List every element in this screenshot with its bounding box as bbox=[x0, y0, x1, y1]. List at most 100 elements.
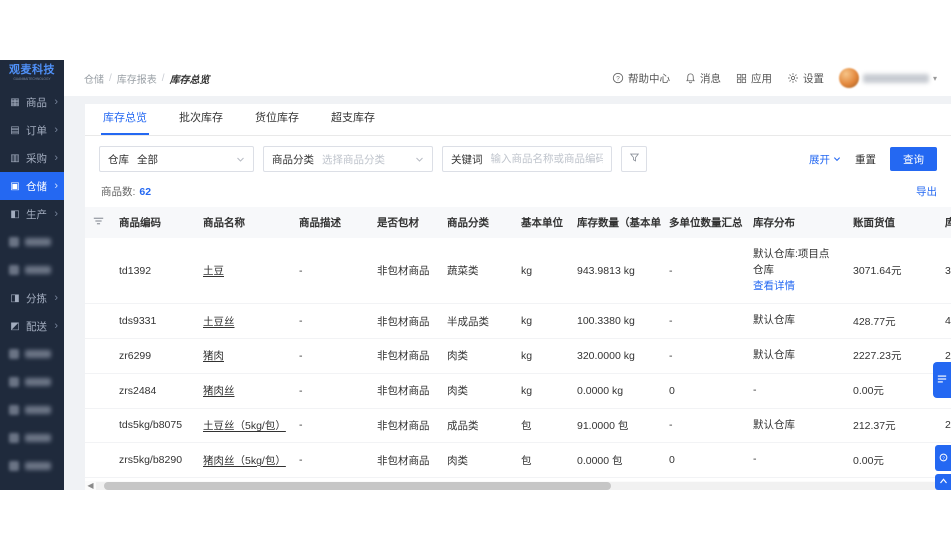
product-name-link[interactable]: 猪肉丝（5kg/包） bbox=[203, 455, 286, 467]
sidebar-item-生产[interactable]: ◧ 生产 › bbox=[0, 200, 64, 228]
tab-库存总览[interactable]: 库存总览 bbox=[101, 104, 149, 135]
sidebar-item-blurred[interactable] bbox=[0, 424, 64, 452]
chevron-down-icon bbox=[236, 155, 245, 164]
filter-bar: 仓库 全部 商品分类 选择商品分类 关键词 输入商品名称或商品编码查询 展开 重… bbox=[85, 136, 951, 180]
view-detail-link[interactable]: 查看详情 bbox=[753, 279, 837, 295]
table-row: zr6299 猪肉 - 非包材商品 肉类 kg 320.0000 kg - 默认仓库 2227.2… bbox=[85, 338, 951, 374]
settings-button[interactable]: 设置 bbox=[787, 71, 824, 86]
orders-icon: ▤ bbox=[10, 124, 20, 136]
scrollbar-track[interactable] bbox=[96, 481, 940, 490]
chevron-down-icon bbox=[415, 155, 424, 164]
inventory-table: 商品编码商品名称商品描述是否包材商品分类基本单位库存数量（基本单位）多单位数量汇… bbox=[85, 207, 951, 490]
tab-货位库存[interactable]: 货位库存 bbox=[253, 104, 301, 135]
warehouse-select[interactable]: 仓库 全部 bbox=[99, 146, 254, 172]
sidebar-item-blurred[interactable] bbox=[0, 228, 64, 256]
back-to-top-button[interactable] bbox=[935, 474, 951, 490]
cell-value: 0.00元 bbox=[845, 373, 937, 409]
tab-批次库存[interactable]: 批次库存 bbox=[177, 104, 225, 135]
gear-icon bbox=[787, 72, 799, 84]
cell-name: 土豆丝（5kg/包） bbox=[195, 408, 291, 444]
guide-widget-icon: ? bbox=[939, 449, 948, 467]
purchase-icon: ▥ bbox=[10, 152, 20, 164]
app-window: 观麦科技 GUANMAITECHNOLOGY ▦ 商品 › ▤ 订单 › ▥ 采购 › ▣ 仓储 › ◧… bbox=[0, 60, 951, 490]
category-select[interactable]: 商品分类 选择商品分类 bbox=[263, 146, 433, 172]
cell-code: zrs2484 bbox=[111, 373, 195, 409]
breadcrumb-item[interactable]: 库存报表 bbox=[117, 71, 157, 86]
advanced-filter-button[interactable] bbox=[621, 146, 647, 172]
breadcrumb-item: 库存总览 bbox=[169, 74, 210, 86]
cell-value: 2227.23元 bbox=[845, 338, 937, 374]
sidebar-item-label: 订单 bbox=[26, 124, 47, 137]
search-button[interactable]: 查询 bbox=[890, 147, 937, 171]
keyword-label: 关键词 bbox=[451, 153, 483, 166]
cell-desc: - bbox=[291, 338, 369, 374]
column-header: 商品分类 bbox=[439, 207, 513, 238]
filter-actions: 展开 重置 查询 bbox=[809, 147, 937, 171]
column-filter-cell[interactable] bbox=[85, 207, 111, 238]
user-menu[interactable]: ▾ bbox=[838, 68, 937, 88]
app-grid-icon bbox=[736, 73, 747, 84]
sidebar-item-订单[interactable]: ▤ 订单 › bbox=[0, 116, 64, 144]
guide-widget[interactable]: ? bbox=[935, 445, 951, 471]
sidebar-item-blurred[interactable] bbox=[0, 256, 64, 284]
expand-filters-link[interactable]: 展开 bbox=[809, 152, 841, 167]
brand-subtitle: GUANMAITECHNOLOGY bbox=[13, 76, 51, 81]
blurred-label bbox=[25, 238, 51, 246]
product-name-link[interactable]: 猪肉丝 bbox=[203, 385, 235, 397]
messages-button[interactable]: 消息 bbox=[685, 71, 721, 86]
cell-unit: kg bbox=[513, 303, 569, 339]
sidebar-item-blurred[interactable] bbox=[0, 396, 64, 424]
cell-multi: - bbox=[661, 238, 745, 305]
reset-button[interactable]: 重置 bbox=[855, 152, 876, 167]
cell-name: 猪肉 bbox=[195, 338, 291, 374]
sidebar-item-blurred[interactable] bbox=[0, 340, 64, 368]
help-center-button[interactable]: ? 帮助中心 bbox=[612, 71, 670, 86]
cell-category: 肉类 bbox=[439, 373, 513, 409]
sidebar-item-商品[interactable]: ▦ 商品 › bbox=[0, 88, 64, 116]
sidebar-item-blurred[interactable] bbox=[0, 452, 64, 480]
tab-超支库存[interactable]: 超支库存 bbox=[329, 104, 377, 135]
cell-is_pack: 非包材商品 bbox=[369, 238, 439, 305]
export-link[interactable]: 导出 bbox=[916, 184, 937, 199]
survey-widget-icon bbox=[937, 371, 947, 389]
column-header: 账面货值 bbox=[845, 207, 937, 238]
cell-code: td1392 bbox=[111, 238, 195, 305]
sidebar-item-采购[interactable]: ▥ 采购 › bbox=[0, 144, 64, 172]
cell-qty: 91.0000 包 bbox=[569, 408, 661, 444]
table-row: td1392 土豆 - 非包材商品 蔬菜类 kg 943.9813 kg - 默认仓库:项目点仓… bbox=[85, 238, 951, 305]
blurred-icon bbox=[9, 405, 19, 415]
cell-name: 土豆丝 bbox=[195, 303, 291, 339]
cell-cut: 3 bbox=[937, 238, 951, 305]
product-name-link[interactable]: 土豆丝（5kg/包） bbox=[203, 420, 286, 432]
topbar-actions: ? 帮助中心 消息 应用 设置 ▾ bbox=[612, 68, 937, 88]
product-name-link[interactable]: 猪肉 bbox=[203, 350, 224, 362]
column-header: 商品名称 bbox=[195, 207, 291, 238]
sorting-icon: ◨ bbox=[10, 292, 20, 304]
keyword-input[interactable] bbox=[490, 153, 603, 165]
sidebar-item-分拣[interactable]: ◨ 分拣 › bbox=[0, 284, 64, 312]
cell-code: tds5kg/b8075 bbox=[111, 408, 195, 444]
tab-bar: 库存总览 批次库存 货位库存 超支库存 bbox=[85, 104, 951, 136]
cell-qty: 0.0000 包 bbox=[569, 442, 661, 478]
chevron-right-icon: › bbox=[54, 152, 58, 164]
apps-button[interactable]: 应用 bbox=[736, 71, 772, 86]
sidebar-item-blurred[interactable] bbox=[0, 368, 64, 396]
stock-distribution-text: 默认仓库 bbox=[753, 314, 795, 327]
scrollbar-thumb[interactable] bbox=[104, 481, 611, 490]
scroll-left-arrow[interactable]: ◀ bbox=[85, 481, 96, 490]
breadcrumb-item[interactable]: 仓储 bbox=[84, 71, 104, 86]
blurred-label bbox=[25, 350, 51, 358]
sidebar-item-label: 采购 bbox=[26, 152, 47, 165]
cell-unit: 包 bbox=[513, 442, 569, 478]
product-name-link[interactable]: 土豆丝 bbox=[203, 316, 235, 328]
sidebar-item-配送[interactable]: ◩ 配送 › bbox=[0, 312, 64, 340]
stock-distribution-text: 默认仓库 bbox=[753, 418, 795, 431]
survey-widget[interactable] bbox=[933, 362, 951, 398]
warehouse-value: 全部 bbox=[137, 153, 158, 166]
cell-multi: - bbox=[661, 303, 745, 339]
cell-is_pack: 非包材商品 bbox=[369, 338, 439, 374]
sidebar-item-仓储[interactable]: ▣ 仓储 › bbox=[0, 172, 64, 200]
horizontal-scrollbar[interactable]: ◀ ▶ bbox=[85, 481, 951, 490]
column-header: 商品描述 bbox=[291, 207, 369, 238]
product-name-link[interactable]: 土豆 bbox=[203, 265, 224, 277]
